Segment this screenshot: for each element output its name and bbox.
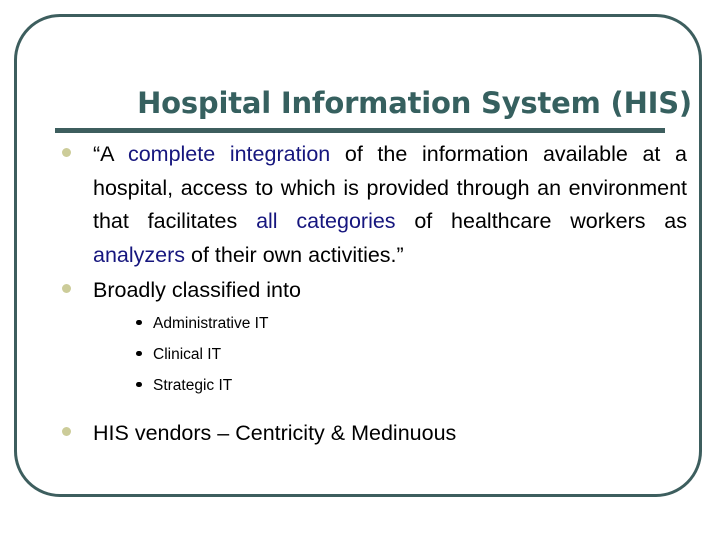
bullet-dot-icon [62, 426, 71, 436]
quote-mid-2: of healthcare workers as [395, 209, 687, 233]
list-item: Clinical IT [126, 339, 687, 370]
quote-tail: of their own activities.” [185, 242, 404, 267]
bullet-label-vendors: HIS vendors – Centricity & Medinuous [93, 420, 457, 445]
sub-bullet-label: Clinical IT [153, 345, 222, 363]
sub-bullet-list: Administrative IT Clinical IT Strategic … [126, 308, 687, 401]
slide-content: “A complete integration of the informati… [55, 138, 687, 450]
quote-highlight-analyzers: analyzers [93, 242, 186, 267]
quote-highlight-complete-integration: complete integration [127, 142, 331, 166]
bullet-item-vendors: HIS vendors – Centricity & Medinuous [55, 417, 687, 451]
sub-bullet-dot-icon [136, 350, 142, 356]
sub-bullet-label: Strategic IT [153, 376, 233, 394]
page-title: Hospital Information System (HIS) [137, 86, 692, 120]
title-divider [55, 128, 665, 133]
sub-bullet-label: Administrative IT [153, 314, 269, 332]
quote-open: “A [93, 142, 128, 166]
bullet-label-classified: Broadly classified into [93, 278, 301, 302]
slide: Hospital Information System (HIS) “A com… [0, 0, 720, 540]
bullet-dot-icon [62, 148, 71, 157]
bullet-item-quote: “A complete integration of the informati… [55, 138, 687, 272]
list-item: Administrative IT [126, 308, 687, 339]
sub-bullet-dot-icon [136, 381, 142, 387]
quote-highlight-all-categories: all categories [256, 209, 396, 233]
list-item: Strategic IT [126, 370, 687, 401]
sub-bullet-dot-icon [136, 319, 142, 325]
bullet-dot-icon [62, 284, 71, 293]
bullet-item-classified: Broadly classified into [55, 274, 687, 308]
quote-paragraph: “A complete integration of the informati… [93, 138, 687, 272]
